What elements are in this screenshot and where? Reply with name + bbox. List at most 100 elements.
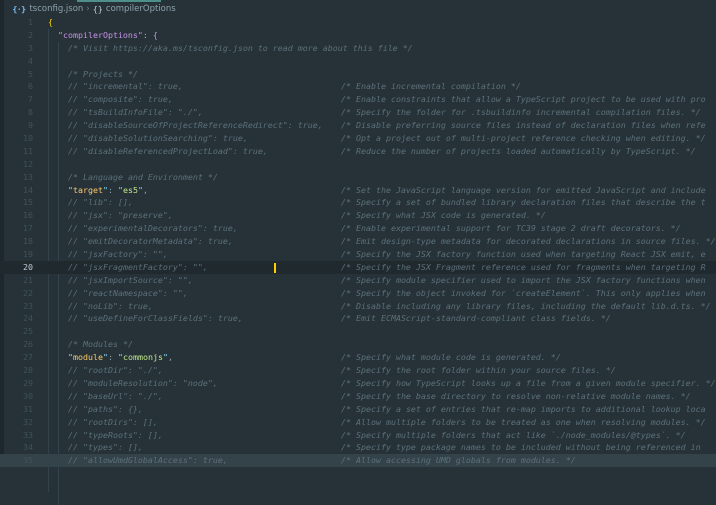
code-text: // "reactNamespace": "",	[68, 287, 188, 300]
code-line[interactable]: 17 // "experimentalDecorators": true, /* E…	[0, 222, 716, 235]
inline-comment: /* Disable including any library files, …	[341, 300, 711, 311]
line-number: 9	[28, 120, 33, 131]
comment-text: // "moduleResolution": "node",	[68, 377, 218, 388]
code-text: {	[48, 16, 53, 29]
line-number: 21	[23, 274, 33, 285]
inline-comment: /* Specify type package names to be incl…	[341, 442, 701, 453]
line-number: 3	[28, 42, 33, 53]
breadcrumb: {·} tsconfig.json › {} compilerOptions	[12, 3, 176, 15]
code-line[interactable]: 29 // "moduleResolution": "node", /* Speci…	[0, 377, 716, 390]
code-text: // "jsxFragmentFactory": "",	[68, 261, 208, 274]
code-text: // "rootDir": "./",	[68, 364, 163, 377]
breadcrumb-file[interactable]: tsconfig.json	[29, 4, 83, 14]
code-line[interactable]: 7 // "composite": true, /* Enable constrai…	[0, 93, 716, 106]
code-line[interactable]: 6 // "incremental": true, /* Enable increm…	[0, 80, 716, 93]
code-line[interactable]: 15 // "lib": [], /* Specify a set of bundl…	[0, 196, 716, 209]
code-line[interactable]: 11 // "disableReferencedProjectLoad": tru…	[0, 145, 716, 158]
comment-text: // "composite": true,	[68, 94, 173, 105]
line-number: 34	[23, 442, 33, 453]
json-braces-icon: {·}	[12, 4, 27, 14]
code-line[interactable]: 33 // "typeRoots": [], /* Specify multiple…	[0, 429, 716, 442]
comment-text: // "reactNamespace": "",	[68, 287, 188, 298]
code-line[interactable]: 28 // "rootDir": "./", /* Specify the root…	[0, 364, 716, 377]
code-text: // "jsxFactory": "",	[68, 248, 168, 261]
code-line[interactable]: 2 "compilerOptions": {	[0, 29, 716, 42]
code-line[interactable]: 20 // "jsxFragmentFactory": "", /* Specify…	[0, 260, 716, 274]
code-line[interactable]: 9 // "disableSourceOfProjectReferenceRedi…	[0, 119, 716, 132]
inline-comment: /* Allow multiple folders to be treated …	[341, 416, 706, 427]
code-token: "compilerOptions": {	[58, 29, 158, 40]
code-line[interactable]: 8 // "tsBuildInfoFile": "./", /* Specify t…	[0, 106, 716, 119]
inline-comment: /* Specify how TypeScript looks up a fil…	[341, 377, 716, 388]
code-line[interactable]: 27 "module": "commonjs", /* Specify what m…	[0, 351, 716, 364]
code-text: // "types": [],	[68, 441, 143, 454]
code-line[interactable]: 12	[0, 158, 716, 171]
comment-text: // "jsx": "preserve",	[68, 210, 173, 221]
line-number: 24	[23, 313, 33, 324]
line-number: 23	[23, 300, 33, 311]
code-line[interactable]: 5 /* Projects */	[0, 68, 716, 81]
code-text: // "incremental": true,	[68, 80, 183, 93]
code-line[interactable]: 21 // "jsxImportSource": "", /* Specify mo…	[0, 274, 716, 287]
comment-text: // "incremental": true,	[68, 81, 183, 92]
comment-text: // "tsBuildInfoFile": "./",	[68, 107, 203, 118]
code-line[interactable]: 23 // "noLib": true, /* Disable including …	[0, 300, 716, 313]
comment-text: /* Modules */	[68, 339, 133, 350]
comment-text: // "jsxImportSource": "",	[68, 274, 193, 285]
code-text: // "typeRoots": [],	[68, 429, 163, 442]
code-text: /* Language and Environment */	[68, 171, 218, 184]
code-line[interactable]: 14 "target": "es5", /* Set the JavaScript …	[0, 184, 716, 197]
punctuation: :	[107, 352, 118, 363]
code-line[interactable]: 13 /* Language and Environment */	[0, 171, 716, 184]
code-line[interactable]: 3 /* Visit https://aka.ms/tsconfig.json t…	[0, 42, 716, 55]
inline-comment: /* Specify a set of entries that re-map …	[341, 403, 706, 414]
comment-text: // "jsxFactory": "",	[68, 249, 168, 260]
inline-comment: /* Emit ECMAScript-standard-compliant cl…	[341, 313, 611, 324]
punctuation: ,	[142, 184, 148, 195]
code-line[interactable]: 10 // "disableSolutionSearching": true, /*…	[0, 132, 716, 145]
code-line[interactable]: 31 // "paths": {}, /* Specify a set of ent…	[0, 403, 716, 416]
comment-text: // "rootDir": "./",	[68, 365, 163, 376]
comment-text: /* Projects */	[68, 68, 138, 79]
line-number: 18	[23, 236, 33, 247]
property-value: es5	[122, 184, 138, 195]
comment-text: // "noLib": true,	[68, 300, 153, 311]
code-line[interactable]: 4	[0, 55, 716, 68]
property-key: module	[73, 352, 103, 363]
code-editor[interactable]: 1{2 "compilerOptions": {3 /* Visit https:/…	[0, 16, 716, 468]
line-number: 25	[23, 326, 33, 337]
code-line[interactable]: 24 // "useDefineForClassFields": true, /* …	[0, 312, 716, 325]
chevron-right-icon: ›	[86, 4, 90, 14]
inline-comment: /* Disable preferring source files inste…	[341, 120, 706, 131]
code-line[interactable]: 19 // "jsxFactory": "", /* Specify the JSX…	[0, 248, 716, 261]
code-text: /* Visit https://aka.ms/tsconfig.json to…	[68, 42, 413, 55]
code-line[interactable]: 30 // "baseUrl": "./", /* Specify the base…	[0, 390, 716, 403]
inline-comment: /* Set the JavaScript language version f…	[341, 184, 706, 195]
active-tab-indicator	[77, 0, 161, 2]
code-text: // "useDefineForClassFields": true,	[68, 312, 243, 325]
code-line[interactable]: 35 // "allowUmdGlobalAccess": true, /* All…	[0, 454, 716, 468]
inline-comment: /* Specify the folder for .tsbuildinfo i…	[341, 107, 701, 118]
code-text: // "tsBuildInfoFile": "./",	[68, 106, 203, 119]
code-text: // "composite": true,	[68, 93, 173, 106]
punctuation: ,	[167, 352, 173, 363]
code-line[interactable]: 22 // "reactNamespace": "", /* Specify the…	[0, 287, 716, 300]
code-line[interactable]: 18 // "emitDecoratorMetadata": true, /* Em…	[0, 235, 716, 248]
line-number: 32	[23, 416, 33, 427]
code-line[interactable]: 32 // "rootDirs": [], /* Allow multiple fo…	[0, 416, 716, 429]
code-text: // "rootDirs": [],	[68, 416, 158, 429]
breadcrumb-section[interactable]: compilerOptions	[106, 4, 176, 14]
code-line[interactable]: 26 /* Modules */	[0, 338, 716, 351]
line-number: 22	[23, 287, 33, 298]
line-number: 27	[23, 352, 33, 363]
code-line[interactable]: 34 // "types": [], /* Specify type package…	[0, 441, 716, 454]
code-line[interactable]: 16 // "jsx": "preserve", /* Specify what J…	[0, 209, 716, 222]
comment-text: // "typeRoots": [],	[68, 429, 163, 440]
inline-comment: /* Emit design-type metadata for decorat…	[341, 236, 716, 247]
line-number: 28	[23, 365, 33, 376]
code-text: // "disableReferencedProjectLoad": true,	[68, 145, 268, 158]
code-line[interactable]: 25	[0, 325, 716, 338]
code-line[interactable]: 1{	[0, 16, 716, 29]
comment-text: // "types": [],	[68, 442, 143, 453]
comment-text: // "allowUmdGlobalAccess": true,	[68, 455, 228, 466]
